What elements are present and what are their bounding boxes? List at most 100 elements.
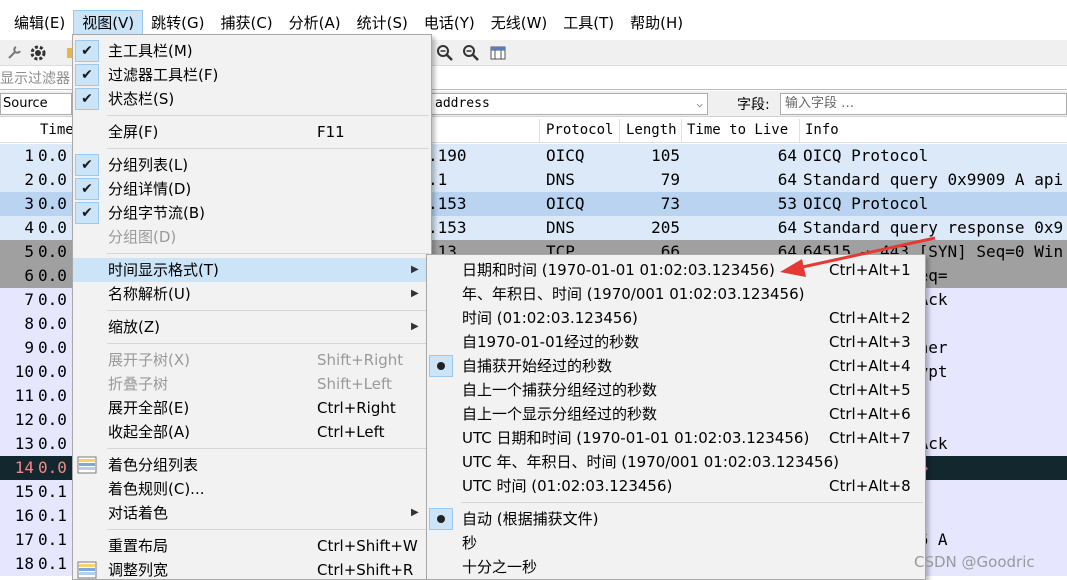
cell-no: 5 (24, 242, 34, 261)
menu-item-9[interactable]: 帮助(H) (622, 10, 691, 36)
view-menu-label: 全屏(F) (108, 123, 159, 141)
column-header-length[interactable]: Length (626, 122, 677, 138)
submenu-arrow-icon: ▶ (411, 321, 419, 332)
cell-no: 13 (14, 434, 34, 453)
address-combo[interactable]: address ⌵ (430, 93, 708, 115)
cell-info: OICQ Protocol (803, 146, 929, 165)
view-menu-item-8[interactable]: ✔ 分组字节流(B) (73, 201, 431, 225)
cell-dest: .153 (428, 218, 467, 237)
view-menu-item-22[interactable]: 着色规则(C)... (73, 477, 431, 501)
view-menu-item-6[interactable]: ✔ 分组列表(L) (73, 153, 431, 177)
view-menu-item-7[interactable]: ✔ 分组详情(D) (73, 177, 431, 201)
time-format-option-4[interactable]: 自捕获开始经过的秒数 Ctrl+Alt+4 (427, 354, 925, 378)
time-format-option-2[interactable]: 时间 (01:02:03.123456) Ctrl+Alt+2 (427, 306, 925, 330)
column-header-ttl[interactable]: Time to Live (687, 122, 788, 138)
menu-separator (107, 529, 429, 530)
menu-item-2[interactable]: 跳转(G) (143, 10, 212, 36)
view-menu-item-25[interactable]: 重置布局 Ctrl+Shift+W (73, 534, 431, 558)
menu-item-6[interactable]: 电话(Y) (416, 10, 483, 36)
menu-item-4[interactable]: 分析(A) (281, 10, 349, 36)
view-menu-label: 着色规则(C)... (108, 480, 205, 498)
zoom-in-icon[interactable] (435, 43, 455, 63)
view-menu-shortcut: Ctrl+Right (317, 399, 396, 417)
view-menu-item-9: 分组图(D) (73, 225, 431, 249)
colorize-list-icon (76, 455, 98, 475)
checkmark-icon: ✔ (75, 40, 99, 62)
view-menu-label: 折叠子树 (108, 375, 169, 393)
view-menu-item-14[interactable]: 缩放(Z) ▶ (73, 315, 431, 339)
time-format-label: 自1970-01-01经过的秒数 (462, 333, 640, 351)
column-header-info[interactable]: Info (805, 122, 839, 138)
view-menu-item-11[interactable]: 时间显示格式(T) ▶ (73, 258, 431, 282)
view-menu-item-12[interactable]: 名称解析(U) ▶ (73, 282, 431, 306)
time-format-option-8[interactable]: UTC 年、年积日、时间 (1970/001 01:02:03.123456) (427, 450, 925, 474)
menu-item-3[interactable]: 捕获(C) (212, 10, 280, 36)
gear-icon[interactable] (28, 43, 48, 63)
view-menu-label: 展开全部(E) (108, 399, 190, 417)
view-menu-label: 主工具栏(M) (108, 42, 193, 60)
view-menu-label: 展开子树(X) (108, 351, 190, 369)
field-input[interactable]: 输入字段 … (780, 93, 1067, 115)
time-format-shortcut: Ctrl+Alt+5 (829, 381, 911, 399)
view-menu-label: 缩放(Z) (108, 318, 160, 336)
time-format-label: UTC 年、年积日、时间 (1970/001 01:02:03.123456) (462, 453, 840, 471)
time-format-option-7[interactable]: UTC 日期和时间 (1970-01-01 01:02:03.123456) Ct… (427, 426, 925, 450)
chevron-down-icon[interactable]: ⌵ (696, 94, 703, 114)
cell-no: 18 (14, 554, 34, 573)
time-format-option-13[interactable]: 十分之一秒 (427, 555, 925, 579)
time-format-option-6[interactable]: 自上一个显示分组经过的秒数 Ctrl+Alt+6 (427, 402, 925, 426)
time-format-option-9[interactable]: UTC 时间 (01:02:03.123456) Ctrl+Alt+8 (427, 474, 925, 498)
menu-item-8[interactable]: 工具(T) (555, 10, 622, 36)
time-format-option-3[interactable]: 自1970-01-01经过的秒数 Ctrl+Alt+3 (427, 330, 925, 354)
display-filter-input[interactable]: 显示过滤器 (0, 68, 70, 88)
submenu-arrow-icon: ▶ (411, 507, 419, 518)
wrench-icon[interactable] (4, 43, 24, 63)
view-menu-item-21[interactable]: 着色分组列表 (73, 453, 431, 477)
checkmark-icon: ✔ (75, 154, 99, 176)
menu-separator (107, 448, 429, 449)
menu-item-5[interactable]: 统计(S) (349, 10, 416, 36)
menu-separator (461, 502, 923, 503)
column-header-protocol[interactable]: Protocol (546, 122, 613, 138)
view-menu-label: 分组字节流(B) (108, 204, 205, 222)
cell-protocol: DNS (546, 218, 575, 237)
view-menu-item-0[interactable]: ✔ 主工具栏(M) (73, 39, 431, 63)
cell-info: OICQ Protocol (803, 194, 929, 213)
source-column-field[interactable]: Source (0, 93, 72, 115)
time-format-option-11[interactable]: 自动 (根据捕获文件) (427, 507, 925, 531)
cell-length: 79 (660, 170, 680, 189)
column-header-time[interactable]: Time (40, 122, 74, 138)
time-format-shortcut: Ctrl+Alt+8 (829, 477, 911, 495)
cell-no: 8 (24, 314, 34, 333)
menu-item-0[interactable]: 编辑(E) (6, 10, 73, 36)
time-format-option-1[interactable]: 年、年积日、时间 (1970/001 01:02:03.123456) (427, 282, 925, 306)
time-format-label: 自动 (根据捕获文件) (462, 510, 599, 528)
view-menu-label: 收起全部(A) (108, 423, 190, 441)
time-format-shortcut: Ctrl+Alt+1 (829, 261, 911, 279)
view-menu-item-19[interactable]: 收起全部(A) Ctrl+Left (73, 420, 431, 444)
zoom-out-icon[interactable] (461, 43, 481, 63)
view-menu-label: 状态栏(S) (108, 90, 175, 108)
resize-columns-icon[interactable] (488, 43, 508, 63)
menu-item-7[interactable]: 无线(W) (483, 10, 556, 36)
view-menu-item-23[interactable]: 对话着色 ▶ (73, 501, 431, 525)
view-menu-item-1[interactable]: ✔ 过滤器工具栏(F) (73, 63, 431, 87)
cell-length: 105 (651, 146, 680, 165)
view-menu-label: 着色分组列表 (108, 456, 199, 474)
time-format-option-5[interactable]: 自上一个捕获分组经过的秒数 Ctrl+Alt+5 (427, 378, 925, 402)
view-menu-dropdown: ✔ 主工具栏(M) ✔ 过滤器工具栏(F) ✔ 状态栏(S) 全屏(F) F11 ✔ 分组列表(L… (72, 34, 432, 580)
time-format-option-12[interactable]: 秒 (427, 531, 925, 555)
menu-item-1[interactable]: 视图(V) (73, 10, 144, 36)
cell-ttl: 64 (777, 218, 797, 237)
time-format-option-0[interactable]: 日期和时间 (1970-01-01 01:02:03.123456) Ctrl+A… (427, 258, 925, 282)
view-menu-item-18[interactable]: 展开全部(E) Ctrl+Right (73, 396, 431, 420)
cell-dest: .190 (428, 146, 467, 165)
radio-selected-icon (429, 355, 453, 377)
submenu-arrow-icon: ▶ (411, 288, 419, 299)
time-format-shortcut: Ctrl+Alt+6 (829, 405, 911, 423)
view-menu-item-4[interactable]: 全屏(F) F11 (73, 120, 431, 144)
menu-separator (107, 115, 429, 116)
time-format-label: 自上一个捕获分组经过的秒数 (462, 381, 658, 399)
view-menu-item-26[interactable]: 调整列宽 Ctrl+Shift+R (73, 558, 431, 580)
view-menu-item-2[interactable]: ✔ 状态栏(S) (73, 87, 431, 111)
